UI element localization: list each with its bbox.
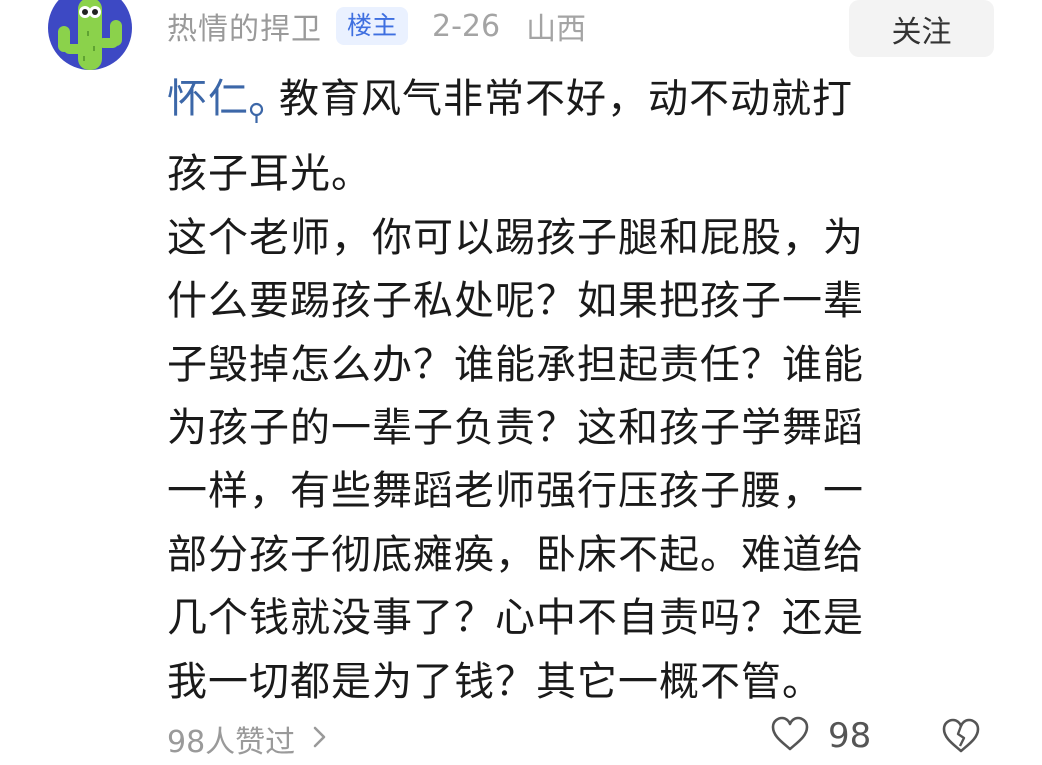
comment-line: 部分孩子彻底瘫痪，卧床不起。难道给 bbox=[167, 531, 864, 578]
comment-footer: 98人赞过 98 bbox=[167, 715, 997, 765]
dislike-button[interactable] bbox=[941, 717, 981, 759]
comment-line: 孩子耳光。 bbox=[167, 151, 372, 198]
comment-line: 我一切都是为了钱？其它一概不管。 bbox=[167, 658, 823, 705]
search-icon bbox=[249, 80, 265, 143]
like-button[interactable]: 98 bbox=[770, 715, 871, 757]
comment-body: 怀仁 教育风气非常不好，动不动就打 孩子耳光。 这个老师，你可以踢孩子腿和屁股，为… bbox=[167, 68, 1007, 714]
mention-name: 怀仁 bbox=[167, 76, 249, 122]
comment-line: 为孩子的一辈子负责？这和孩子学舞蹈 bbox=[167, 405, 864, 452]
avatar[interactable] bbox=[48, 0, 132, 70]
username[interactable]: 热情的捍卫 bbox=[167, 4, 322, 48]
post-date: 2-26 bbox=[432, 8, 501, 44]
likes-summary[interactable]: 98人赞过 bbox=[167, 717, 327, 761]
heart-icon bbox=[770, 715, 810, 757]
mention-link[interactable]: 怀仁 bbox=[167, 76, 279, 123]
comment-header: 热情的捍卫 楼主 2-26 山西 bbox=[167, 4, 586, 48]
comment-line: 怀仁 教育风气非常不好，动不动就打 bbox=[167, 68, 1007, 143]
post-location: 山西 bbox=[526, 12, 587, 47]
comment-line: 子毁掉怎么办？谁能承担起责任？谁能 bbox=[167, 341, 864, 388]
avatar-background bbox=[48, 0, 132, 70]
comment-line: 一样，有些舞蹈老师强行压孩子腰，一 bbox=[167, 468, 864, 515]
comment-line: 几个钱就没事了？心中不自责吗？还是 bbox=[167, 595, 864, 642]
cactus-avatar-icon bbox=[58, 0, 122, 70]
comment-line: 什么要踢孩子私处呢？如果把孩子一辈 bbox=[167, 278, 864, 325]
comment-text: 教育风气非常不好，动不动就打 bbox=[279, 76, 853, 122]
op-badge: 楼主 bbox=[336, 7, 409, 45]
follow-button[interactable]: 关注 bbox=[849, 0, 994, 57]
comment-line: 这个老师，你可以踢孩子腿和屁股，为 bbox=[167, 214, 864, 261]
like-count: 98 bbox=[828, 716, 872, 756]
chevron-right-icon bbox=[313, 722, 327, 757]
broken-heart-icon bbox=[941, 718, 981, 759]
likes-summary-text: 98人赞过 bbox=[167, 725, 296, 760]
